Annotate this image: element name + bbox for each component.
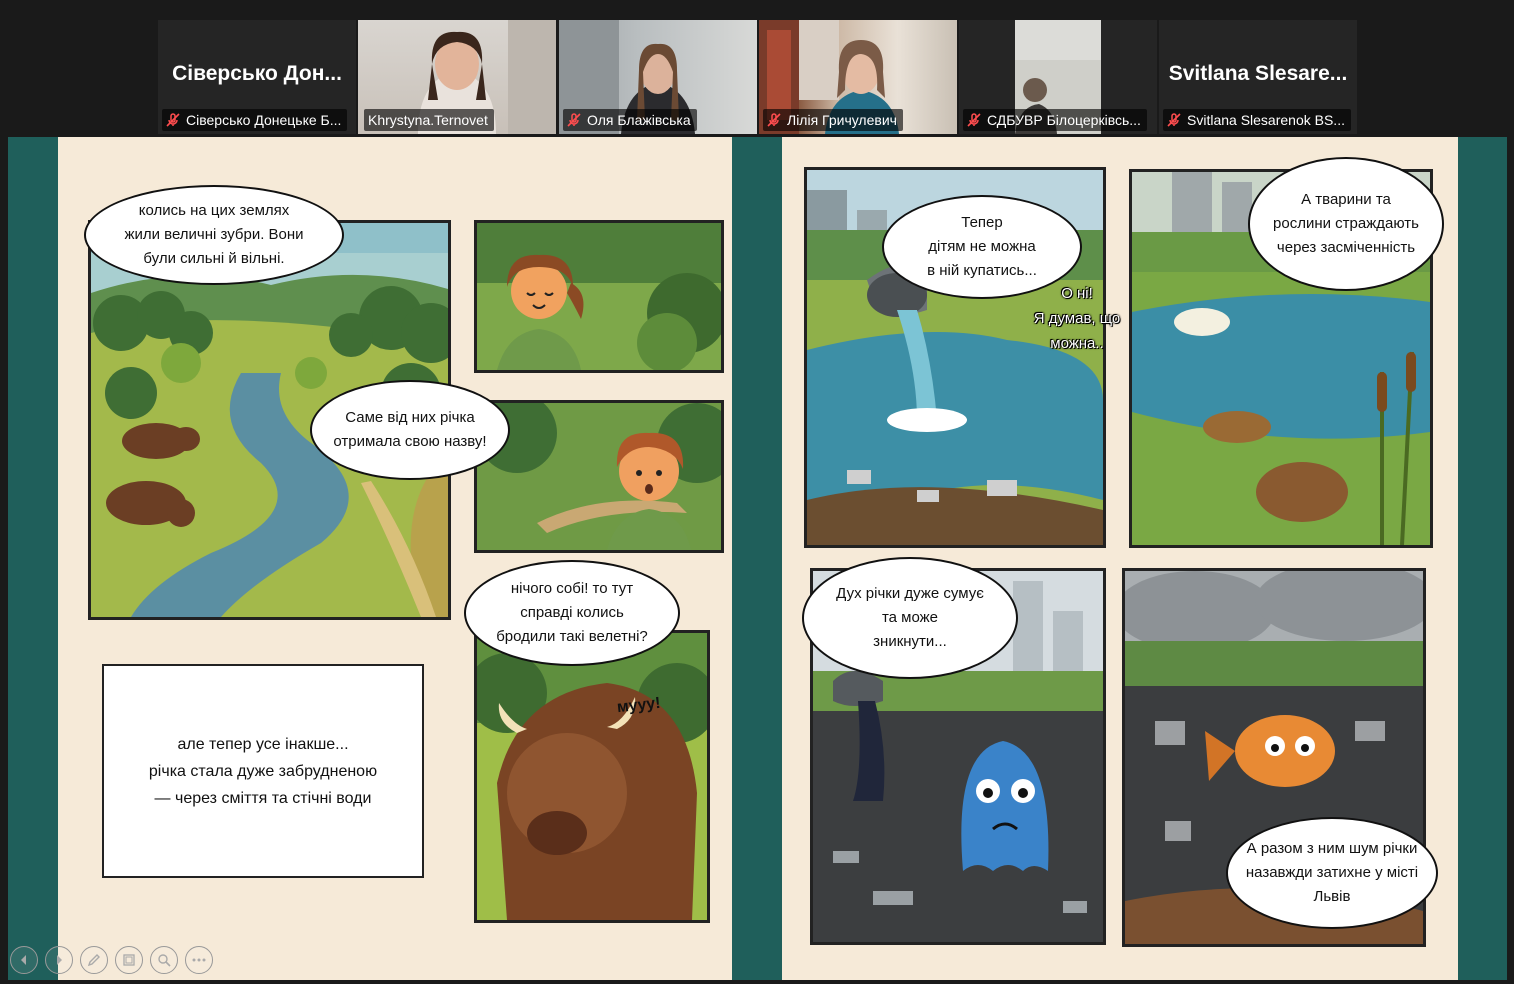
mic-off-icon [567, 113, 581, 127]
speech-bubble: Саме від них річка отримала свою назву! [310, 380, 510, 480]
panel-girl [474, 220, 724, 373]
participant-tile[interactable]: Svitlana Slesare... Svitlana Slesarenok … [1159, 20, 1357, 134]
participant-label-text: Svitlana Slesarenok BS... [1187, 112, 1345, 128]
participant-tile[interactable]: Сіверсько Дон... Сіверсько Донецьке Б... [158, 20, 356, 134]
prev-icon[interactable] [10, 946, 38, 974]
pen-icon[interactable] [80, 946, 108, 974]
comic-page-left: колись на цих землях жили величні зубри. … [58, 137, 732, 980]
speech-bubble: нічого собі! то тут справді колись бродили… [464, 560, 680, 666]
participant-label-text: Лілія Гричулевич [787, 112, 897, 128]
narration-caption: але тепер усе інакше... річка стала дуже … [102, 664, 424, 878]
participant-label-text: Сіверсько Донецьке Б... [186, 112, 342, 128]
slide-toolbar [10, 946, 213, 976]
zoom-icon[interactable] [150, 946, 178, 974]
participant-label: Сіверсько Донецьке Б... [162, 109, 348, 131]
participant-label-text: СДБУВР Білоцерківсь... [987, 112, 1141, 128]
slides-icon[interactable] [115, 946, 143, 974]
participant-label-text: Оля Блажівська [587, 112, 691, 128]
participant-label-text: Khrystyna.Ternovet [368, 112, 488, 128]
speech-bubble: А разом з ним шум річки назавжди затихне … [1226, 817, 1438, 929]
panel-boy [474, 400, 724, 553]
more-icon[interactable] [185, 946, 213, 974]
mic-off-icon [166, 113, 180, 127]
next-icon[interactable] [45, 946, 73, 974]
participant-display-name: Svitlana Slesare... [1168, 62, 1348, 85]
participant-strip: Сіверсько Дон... Сіверсько Донецьке Б...… [0, 0, 1514, 136]
speech-bubble: Дух річки дуже сумує та може зникнути... [802, 557, 1018, 679]
shared-screen[interactable]: колись на цих землях жили величні зубри. … [8, 137, 1507, 980]
overlay-text: О ні! Я думав, що можна.. [1033, 285, 1121, 352]
speech-bubble: колись на цих землях жили величні зубри. … [84, 185, 344, 285]
participant-label: Оля Блажівська [563, 109, 697, 131]
participant-tile-active[interactable]: Khrystyna.Ternovet [358, 20, 556, 134]
participant-label: Лілія Гричулевич [763, 109, 903, 131]
participant-label: Svitlana Slesarenok BS... [1163, 109, 1351, 131]
participant-display-name: Сіверсько Дон... [172, 62, 342, 85]
speech-bubble: А тварини та рослини страждають через засм… [1248, 157, 1444, 291]
mic-off-icon [1167, 113, 1181, 127]
participant-label: СДБУВР Білоцерківсь... [963, 109, 1147, 131]
comic-page-right: Тепер дітям не можна в ній купатись... О н… [782, 137, 1458, 980]
participant-label: Khrystyna.Ternovet [364, 109, 494, 131]
participant-tile[interactable]: СДБУВР Білоцерківсь... [959, 20, 1157, 134]
participant-tile[interactable]: Оля Блажівська [559, 20, 757, 134]
panel-bison: мууу! [474, 630, 710, 923]
mic-off-icon [967, 113, 981, 127]
participant-tile[interactable]: Лілія Гричулевич [759, 20, 957, 134]
mic-off-icon [767, 113, 781, 127]
